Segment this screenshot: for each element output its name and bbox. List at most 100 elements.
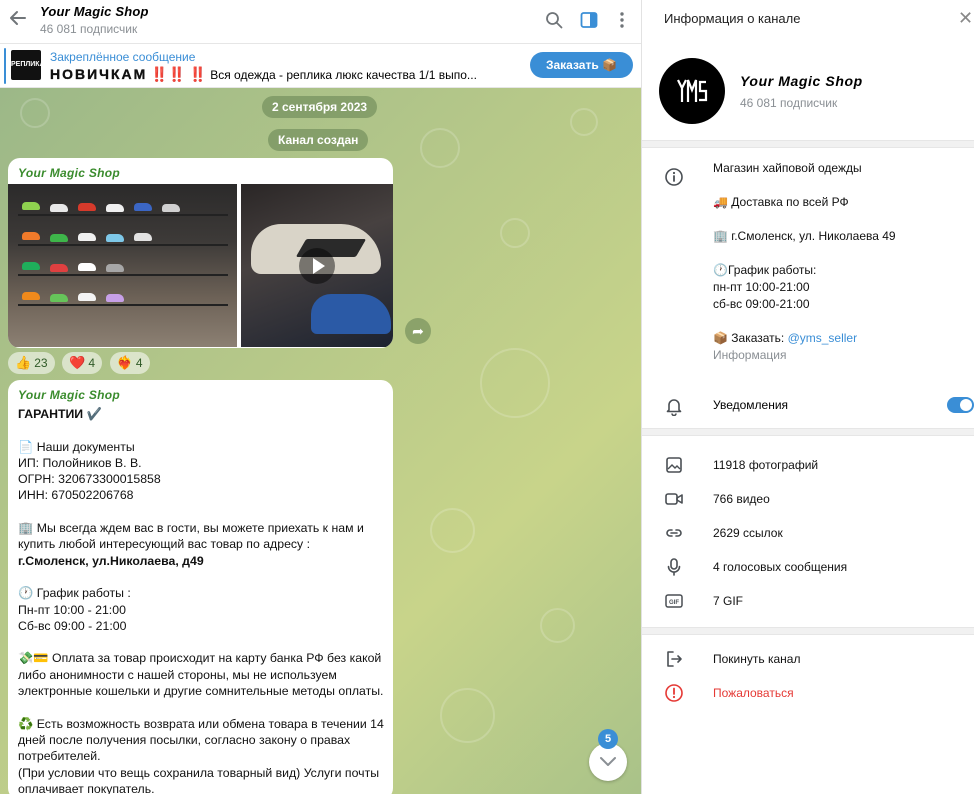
photo-sneaker xyxy=(50,264,68,272)
description-gap xyxy=(713,313,963,330)
message-line: потребителей. xyxy=(18,749,101,764)
channel-avatar[interactable] xyxy=(659,58,725,124)
unread-count-badge: 5 xyxy=(598,729,618,749)
photo-sneaker xyxy=(22,262,40,270)
thumbs-up-icon: 👍 xyxy=(15,355,32,370)
date-separator: 2 сентября 2023 xyxy=(262,96,378,118)
description-line: Магазин хайповой одежды xyxy=(713,161,862,175)
message-line: Пн-пт 10:00 - 21:00 xyxy=(18,602,126,617)
order-button[interactable]: Заказать 📦 xyxy=(530,52,633,78)
photo-shelf xyxy=(18,244,228,246)
message-author[interactable]: Your Magic Shop xyxy=(8,158,393,184)
bg-doodle xyxy=(420,128,460,168)
description-gap xyxy=(713,177,963,194)
sneaker-wall-photo[interactable] xyxy=(8,184,237,347)
chat-subscribers: 46 081 подписчик xyxy=(40,22,138,36)
message-line: ОГРН: 320673300015858 xyxy=(18,472,161,487)
bg-doodle xyxy=(570,108,598,136)
message-post-media[interactable]: Your Magic Shop xyxy=(8,158,393,348)
report-button[interactable]: Пожаловаться xyxy=(713,686,794,700)
telegram-window: Your Magic Shop 46 081 подписчик РЕПЛИКА… xyxy=(0,0,974,794)
photo-sneaker xyxy=(78,233,96,241)
photo-sneaker xyxy=(106,204,124,212)
play-icon[interactable] xyxy=(299,248,335,284)
stat-links[interactable]: 2629 ссылок xyxy=(713,526,783,540)
message-line xyxy=(18,699,383,715)
channel-name: Your Magic Shop xyxy=(740,73,863,89)
message-line: (При условии что вещь сохранила товарный… xyxy=(18,765,380,780)
back-arrow-icon[interactable] xyxy=(8,8,30,30)
pinned-text-exclamation: ‼️‼️ ‼️ xyxy=(150,66,207,82)
reaction-heart-fire[interactable]: ❤️‍🔥 4 xyxy=(109,352,150,374)
bg-doodle xyxy=(480,348,550,418)
bg-doodle xyxy=(20,98,50,128)
panel-title: Информация о канале xyxy=(664,11,801,26)
message-body: ГАРАНТИИ ✔️ 📄 Наши документы ИП: Полойнико… xyxy=(8,406,393,794)
pinned-indicator xyxy=(4,48,6,84)
photo-icon xyxy=(664,455,684,475)
message-line xyxy=(18,504,383,520)
stat-voice[interactable]: 4 голосовых сообщения xyxy=(713,560,847,574)
photo-sneaker xyxy=(22,232,40,240)
chat-area: Your Magic Shop 46 081 подписчик РЕПЛИКА… xyxy=(0,0,641,794)
section-divider xyxy=(642,627,974,635)
notifications-label: Уведомления xyxy=(713,398,789,412)
message-line: ИНН: 670502206768 xyxy=(18,488,134,503)
channel-description: Магазин хайповой одежды 🚚 Доставка по все… xyxy=(713,160,963,364)
chat-title[interactable]: Your Magic Shop xyxy=(40,4,149,19)
svg-text:GIF: GIF xyxy=(669,600,679,606)
description-gap xyxy=(713,211,963,228)
photo-sneaker xyxy=(78,293,96,301)
sneaker-video[interactable] xyxy=(241,184,393,347)
message-line: ♻️ Есть возможность возврата или обмена … xyxy=(18,716,384,731)
stat-gif[interactable]: 7 GIF xyxy=(713,594,743,608)
message-line: ГАРАНТИИ ✔️ xyxy=(18,407,102,421)
description-lines: Магазин хайповой одежды 🚚 Доставка по все… xyxy=(713,160,963,330)
close-icon[interactable]: ✕ xyxy=(958,8,973,29)
reaction-heart[interactable]: ❤️ 4 xyxy=(62,352,103,374)
description-line: 🏢 г.Смоленск, ул. Николаева 49 xyxy=(713,229,896,243)
stat-photos[interactable]: 11918 фотографий xyxy=(713,458,818,472)
search-icon[interactable] xyxy=(544,10,564,30)
message-line: электронные кошельки и другие сомнительн… xyxy=(18,684,384,699)
leave-channel-button[interactable]: Покинуть канал xyxy=(713,652,800,666)
report-icon xyxy=(664,683,684,703)
message-line: 💸💳 Оплата за товар происходит на карту б… xyxy=(18,651,382,666)
info-icon xyxy=(664,167,684,187)
photo-shelf xyxy=(18,274,228,276)
yms-logo xyxy=(677,79,708,102)
order-prefix: 📦 Заказать: xyxy=(713,331,788,345)
channel-info-panel: Информация о канале ✕ Your Magic Shop 46… xyxy=(641,0,974,794)
photo-shelf xyxy=(18,304,228,306)
leave-icon xyxy=(664,649,684,669)
photo-sneaker xyxy=(134,203,152,211)
description-line: сб-вс 09:00-21:00 xyxy=(713,297,810,311)
video-icon xyxy=(664,489,684,509)
service-message: Канал создан xyxy=(268,129,369,151)
heart-fire-icon: ❤️‍🔥 xyxy=(116,355,133,370)
bg-doodle xyxy=(430,508,475,553)
message-author[interactable]: Your Magic Shop xyxy=(8,380,393,406)
order-contact-line: 📦 Заказать: @yms_seller xyxy=(713,330,963,347)
section-divider xyxy=(642,428,974,436)
message-line: ИП: Полойников В. В. xyxy=(18,455,142,470)
photo-sneaker xyxy=(78,263,96,271)
message-post-guarantees[interactable]: Your Magic Shop ГАРАНТИИ ✔️ 📄 Наши докуме… xyxy=(8,380,393,794)
forward-icon[interactable]: ➦ xyxy=(405,318,431,344)
stat-videos[interactable]: 766 видео xyxy=(713,492,770,506)
description-line: 🕐График работы: xyxy=(713,263,817,277)
photo-shelf xyxy=(18,214,228,216)
description-line: пн-пт 10:00-21:00 xyxy=(713,280,810,294)
notifications-toggle[interactable] xyxy=(947,397,974,413)
photo-sneaker xyxy=(134,233,152,241)
message-line: 🏢 Мы всегда ждем вас в гости, вы можете … xyxy=(18,521,364,536)
description-line: 🚚 Доставка по всей РФ xyxy=(713,195,849,209)
photo-sneaker xyxy=(106,294,124,302)
reaction-thumbs-up[interactable]: 👍 23 xyxy=(8,352,55,374)
more-menu-icon[interactable] xyxy=(612,10,632,30)
message-line: оплачивает покупатель. xyxy=(18,781,155,794)
photo-sneaker xyxy=(50,204,68,212)
seller-link[interactable]: @yms_seller xyxy=(788,331,858,345)
message-line: купить любой интересующий вас товар по а… xyxy=(18,537,311,552)
sidebar-toggle-icon[interactable] xyxy=(579,10,599,30)
